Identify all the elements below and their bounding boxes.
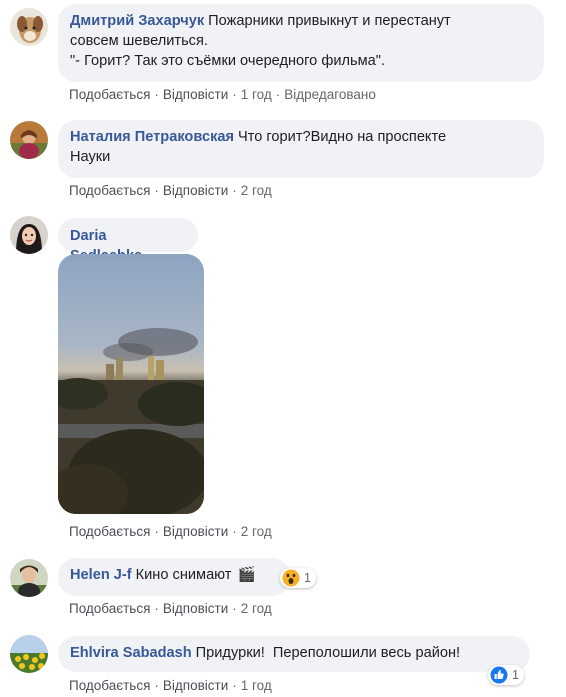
timestamp[interactable]: 2 год — [241, 601, 272, 616]
comment-text: Что горит?Видно на проспекте — [238, 129, 447, 145]
timestamp[interactable]: 1 год — [241, 87, 272, 102]
comment-text: "- Горит? Так это съёмки очередного филь… — [70, 53, 386, 69]
timestamp[interactable]: 1 год — [241, 678, 272, 693]
avatar[interactable] — [10, 8, 48, 46]
comment-bubble: Daria Sedlachka — [58, 218, 198, 264]
like-link[interactable]: Подобається — [69, 678, 150, 693]
comment-bubble: Наталия Петраковская Что горит?Видно на п… — [58, 120, 544, 178]
comment-actions: Подобається · Відповісти · 2 год — [69, 601, 272, 616]
like-link[interactable]: Подобається — [69, 87, 150, 102]
avatar[interactable] — [10, 216, 48, 254]
comment-author[interactable]: Ehlvira Sabadash — [70, 645, 192, 661]
reply-link[interactable]: Відповісти — [163, 183, 228, 198]
like-link[interactable]: Подобається — [69, 601, 150, 616]
separator: · — [154, 183, 159, 198]
comment-actions: Подобається · Відповісти · 2 год — [69, 524, 272, 539]
comment-author[interactable]: Наталия Петраковская — [70, 129, 234, 145]
separator: · — [232, 87, 237, 102]
separator: · — [154, 524, 159, 539]
reply-link[interactable]: Відповісти — [163, 678, 228, 693]
comment-text: Кино снимают — [135, 567, 232, 583]
wow-icon — [282, 569, 300, 587]
like-icon — [490, 666, 508, 684]
comment-text: Придурки! Переполошили весь район! — [195, 645, 461, 661]
comment-photo[interactable] — [58, 254, 204, 514]
comment-author[interactable]: Helen J-f — [70, 567, 132, 583]
separator: · — [154, 87, 159, 102]
timestamp[interactable]: 2 год — [241, 183, 272, 198]
reaction-summary[interactable]: 1 — [280, 568, 316, 588]
comment-bubble: Helen J-f Кино снимают 🎬 — [58, 558, 290, 596]
avatar[interactable] — [10, 635, 48, 673]
timestamp[interactable]: 2 год — [241, 524, 272, 539]
separator: · — [154, 601, 159, 616]
reply-link[interactable]: Відповісти — [163, 524, 228, 539]
like-link[interactable]: Подобається — [69, 183, 150, 198]
comment-actions: Подобається · Відповісти · 1 год · Відредагова… — [69, 87, 376, 102]
reaction-count: 1 — [304, 571, 311, 585]
comment-actions: Подобається · Відповісти · 1 год — [69, 678, 272, 693]
separator: · — [232, 524, 237, 539]
comment-actions: Подобається · Відповісти · 2 год — [69, 183, 272, 198]
reply-link[interactable]: Відповісти — [163, 87, 228, 102]
comment-author[interactable]: Дмитрий Захарчук — [70, 13, 204, 29]
edited-label[interactable]: Відредаговано — [284, 87, 376, 102]
comment-bubble: Дмитрий Захарчук Пожарники привыкнут и пе… — [58, 4, 544, 82]
avatar[interactable] — [10, 559, 48, 597]
like-link[interactable]: Подобається — [69, 524, 150, 539]
reaction-count: 1 — [512, 668, 519, 682]
comment-text: совсем шевелиться. — [70, 33, 208, 49]
comment-text: Науки — [70, 149, 111, 165]
separator: · — [232, 183, 237, 198]
reply-link[interactable]: Відповісти — [163, 601, 228, 616]
separator: · — [232, 678, 237, 693]
comment-text: Пожарники привыкнут и перестанут — [208, 13, 451, 29]
separator: · — [154, 678, 159, 693]
clapper-emoji: 🎬 — [237, 567, 256, 583]
comment-bubble: Ehlvira Sabadash Придурки! Переполошили в… — [58, 636, 530, 672]
avatar[interactable] — [10, 121, 48, 159]
separator: · — [232, 601, 237, 616]
separator: · — [275, 87, 281, 102]
reaction-summary[interactable]: 1 — [488, 665, 524, 685]
